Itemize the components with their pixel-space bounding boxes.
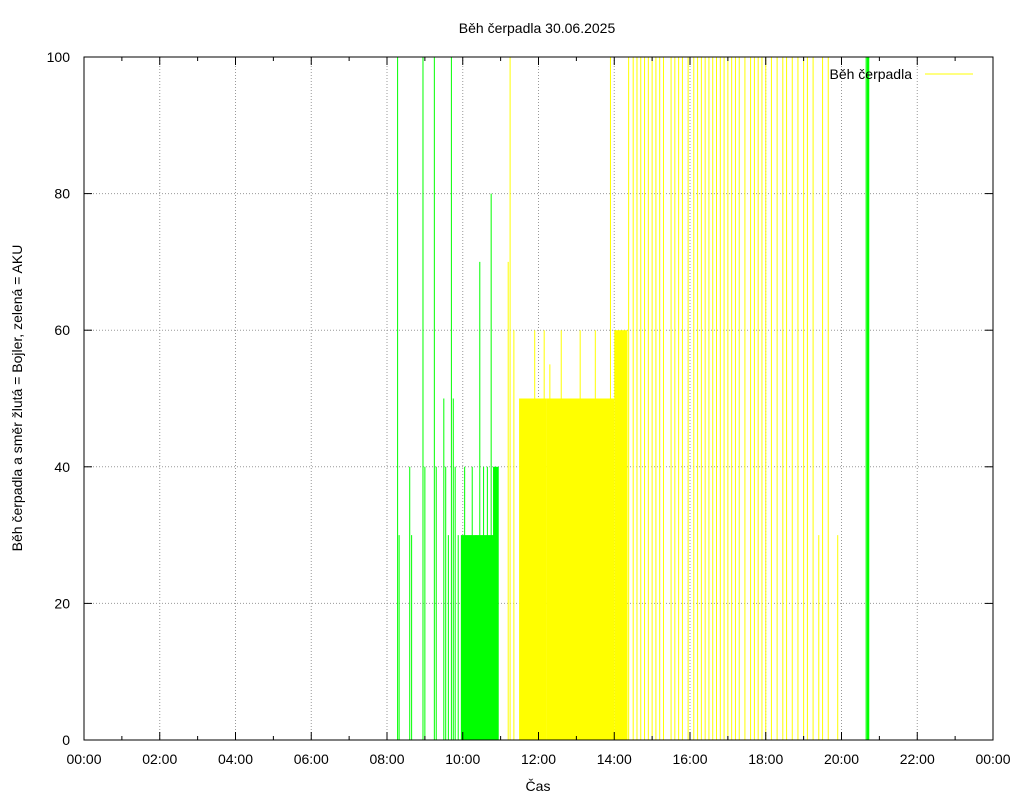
x-tick-label: 08:00 (369, 751, 404, 767)
pump-run-chart: Běh čerpadla 30.06.2025 00:00 02:00 04:00 0… (9, 20, 1011, 794)
x-tick-label: 10:00 (445, 751, 480, 767)
x-tick-label: 00:00 (975, 751, 1010, 767)
x-tick-label: 16:00 (672, 751, 707, 767)
data-marks (397, 57, 870, 740)
series-0-block (595, 398, 615, 740)
x-tick-label: 04:00 (218, 751, 253, 767)
y-tick-label: 60 (54, 322, 70, 338)
y-tick-label: 80 (54, 186, 70, 202)
series-0-block (519, 398, 547, 740)
x-tick-label: 22:00 (900, 751, 935, 767)
x-tick-label: 20:00 (824, 751, 859, 767)
x-tick-label: 12:00 (521, 751, 556, 767)
y-tick-label: 0 (62, 732, 70, 748)
y-tick-label: 100 (47, 49, 71, 65)
legend: Běh čerpadla (829, 66, 973, 82)
x-axis-label: Čas (526, 778, 551, 794)
legend-label: Běh čerpadla (829, 66, 912, 82)
series-0-block (614, 330, 628, 740)
x-tick-label: 02:00 (142, 751, 177, 767)
y-tick-label: 20 (54, 595, 70, 611)
y-tick-label: 40 (54, 459, 70, 475)
x-tick-label: 00:00 (66, 751, 101, 767)
series-1-block (460, 535, 480, 740)
x-tick-label: 06:00 (294, 751, 329, 767)
series-1-block (493, 466, 499, 740)
x-tick-label: 18:00 (748, 751, 783, 767)
x-tick-label: 14:00 (597, 751, 632, 767)
chart-title: Běh čerpadla 30.06.2025 (459, 20, 616, 36)
y-axis-label: Běh čerpadla a směr žlutá = Bojler, zele… (9, 245, 25, 552)
